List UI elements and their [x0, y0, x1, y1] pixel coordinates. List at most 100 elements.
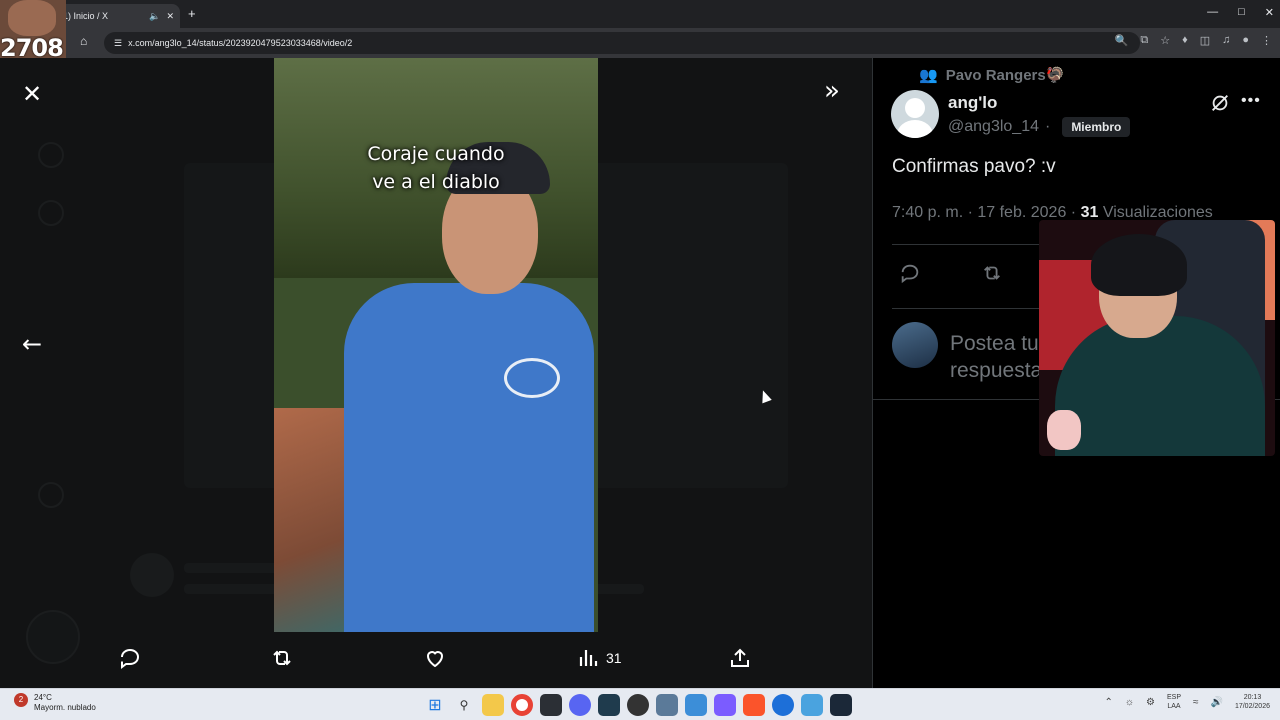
profile-avatar-icon[interactable]: ● — [1242, 34, 1249, 47]
taskbar-apps: ⊞ ⚲ — [424, 694, 852, 716]
close-icon[interactable]: ✕ — [22, 80, 42, 108]
views-count: 31 — [606, 650, 622, 666]
video-shirt-logo — [504, 358, 560, 398]
ghost-home-icon — [38, 142, 64, 168]
tweet-timestamp[interactable]: 7:40 p. m. · 17 feb. 2026 · — [892, 204, 1076, 221]
video-player[interactable]: Coraje cuando ve a el diablo — [274, 58, 598, 632]
settings-icon[interactable] — [656, 694, 678, 716]
heart-icon — [426, 651, 444, 668]
system-tray: ⌃ ☼ ⚙ ESP LAA ≈ 🔊 20:13 17/02/2026 — [1104, 693, 1270, 711]
toolbar-actions: 🔍 ⧉ ☆ ♦ ◫ ♫ ● ⋮ — [1115, 34, 1272, 47]
notepad-icon[interactable] — [685, 694, 707, 716]
chrome-icon[interactable] — [511, 694, 533, 716]
streamer-overlay: 2708 — [0, 0, 66, 62]
community-label[interactable]: 👥 Pavo Rangers🦃 — [919, 66, 1064, 84]
steam-icon[interactable] — [830, 694, 852, 716]
tweet-text: Confirmas pavo? :v — [892, 156, 1056, 177]
caption-line-2: ve a el diablo — [372, 171, 500, 193]
reply-icon[interactable] — [899, 262, 921, 284]
share-icon — [731, 648, 749, 667]
lang-bottom: LAA — [1167, 703, 1181, 710]
browser-tab-x[interactable]: (1) Inicio / X 🔈 ✕ — [52, 4, 180, 28]
install-app-icon[interactable]: ⧉ — [1140, 34, 1148, 47]
temperature: 24°C — [34, 693, 52, 702]
language-indicator[interactable]: ESP LAA — [1167, 693, 1181, 711]
tab-title: (1) Inicio / X — [60, 11, 109, 21]
views-label: Visualizaciones — [1102, 204, 1213, 221]
ghost-search-icon — [38, 200, 64, 226]
views-number: 31 — [1080, 204, 1099, 221]
arrow-left-icon[interactable]: ← — [22, 330, 42, 358]
handle-separator: · — [1044, 118, 1051, 135]
user-avatar[interactable] — [892, 322, 938, 368]
restore-icon[interactable]: □ — [1238, 6, 1245, 19]
media-viewer: Coraje cuando ve a el diablo ✕ » ← 31 — [0, 58, 872, 688]
streamer-face-image — [8, 0, 56, 36]
bookmark-star-icon[interactable]: ☆ — [1160, 34, 1170, 47]
discord-icon[interactable] — [569, 694, 591, 716]
file-explorer-icon[interactable] — [482, 694, 504, 716]
windows-taskbar: 2 24°C Mayorm. nublado ⊞ ⚲ ⌃ ☼ ⚙ ESP LAA… — [0, 688, 1280, 720]
app-icon[interactable] — [598, 694, 620, 716]
calculator-icon[interactable] — [714, 694, 736, 716]
terminal-icon[interactable] — [540, 694, 562, 716]
window-close-icon[interactable]: ✕ — [1265, 6, 1274, 19]
zoom-icon[interactable]: 🔍 — [1115, 34, 1129, 47]
ghost-post-button — [26, 610, 80, 664]
new-tab-button[interactable]: + — [188, 6, 196, 21]
caption-line-1: Coraje cuando — [367, 143, 505, 165]
like-button[interactable] — [423, 646, 447, 670]
tray-app-icon[interactable]: ⚙ — [1146, 697, 1155, 707]
minimize-icon[interactable]: — — [1207, 6, 1218, 19]
address-bar[interactable]: ☰ x.com/ang3lo_14/status/202392047952303… — [104, 32, 1140, 54]
analytics-icon — [579, 650, 598, 666]
author-avatar[interactable] — [891, 90, 939, 138]
grok-icon[interactable] — [1209, 92, 1231, 114]
reply-button[interactable] — [118, 646, 142, 670]
weather-widget[interactable]: 2 24°C Mayorm. nublado — [14, 693, 96, 713]
repost-icon[interactable] — [981, 262, 1003, 284]
app-icon[interactable] — [801, 694, 823, 716]
share-button[interactable] — [728, 646, 752, 670]
video-person-shirt — [344, 283, 594, 632]
home-icon[interactable]: ⌂ — [80, 34, 87, 48]
brave-icon[interactable] — [743, 694, 765, 716]
date: 17/02/2026 — [1234, 703, 1270, 710]
browser-tab-strip: (1) Inicio / X 🔈 ✕ + — □ ✕ — [0, 0, 1280, 28]
wifi-icon[interactable]: ≈ — [1193, 697, 1199, 707]
windows-start-icon[interactable]: ⊞ — [424, 694, 446, 716]
community-icon: 👥 — [919, 67, 938, 84]
tab-close-icon[interactable]: ✕ — [166, 11, 174, 22]
site-info-icon[interactable]: ☰ — [114, 38, 122, 49]
edge-icon[interactable] — [772, 694, 794, 716]
reply-icon — [121, 648, 140, 669]
lang-top: ESP — [1166, 694, 1181, 701]
browser-menu-icon[interactable]: ⋮ — [1261, 34, 1272, 47]
views-button[interactable]: 31 — [576, 646, 622, 670]
author-handle[interactable]: @ang3lo_14 — [948, 118, 1039, 136]
notification-count: 2 — [18, 695, 24, 704]
media-control-icon[interactable]: ♫ — [1222, 34, 1230, 47]
cam-person-hair — [1091, 234, 1187, 296]
tray-app-icon[interactable]: ☼ — [1125, 697, 1134, 707]
more-options-icon[interactable]: ••• — [1241, 92, 1261, 110]
tweet-action-bar — [899, 262, 1003, 284]
obs-icon[interactable] — [627, 694, 649, 716]
speaker-icon[interactable]: 🔈 — [149, 11, 160, 22]
author-name[interactable]: ang'lo — [948, 93, 997, 113]
author-handle-row: @ang3lo_14 · Miembro — [948, 117, 1131, 137]
extension-icon[interactable]: ♦ — [1182, 34, 1188, 47]
url-text: x.com/ang3lo_14/status/20239204795230334… — [128, 38, 353, 48]
chevron-up-icon[interactable]: ⌃ — [1104, 697, 1112, 707]
search-icon[interactable]: ⚲ — [453, 694, 475, 716]
repost-button[interactable] — [270, 646, 294, 670]
media-action-bar: 31 — [118, 646, 758, 674]
expand-panel-icon[interactable]: » — [824, 76, 840, 106]
weather-icon: 2 — [14, 693, 28, 707]
extensions-puzzle-icon[interactable]: ◫ — [1200, 34, 1210, 47]
volume-icon[interactable]: 🔊 — [1211, 697, 1223, 707]
weather-text: Mayorm. nublado — [34, 703, 96, 712]
reply-input[interactable]: Postea tu respuesta — [950, 330, 1050, 384]
clock[interactable]: 20:13 17/02/2026 — [1235, 693, 1270, 711]
cam-sticker — [1047, 410, 1081, 450]
